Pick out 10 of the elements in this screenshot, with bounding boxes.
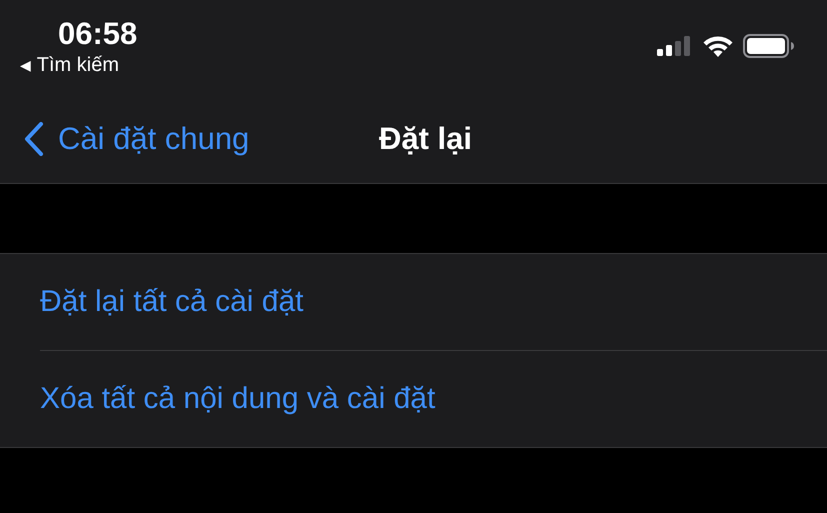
settings-action[interactable]: Xóa tất cả nội dung và cài đặt xyxy=(40,382,436,416)
page-title: Đặt lại xyxy=(378,121,472,157)
wifi-icon xyxy=(703,35,733,57)
chevron-left-icon xyxy=(24,122,44,156)
signal-icon xyxy=(657,36,693,56)
settings-action[interactable]: Đặt lại tất cả cài đặt xyxy=(40,285,304,319)
back-to-app-link[interactable]: ◀ Tìm kiếm xyxy=(20,54,138,77)
back-button[interactable]: Cài đặt chung xyxy=(24,121,250,157)
status-time: 06:58 xyxy=(58,16,138,52)
battery-icon xyxy=(743,34,795,58)
